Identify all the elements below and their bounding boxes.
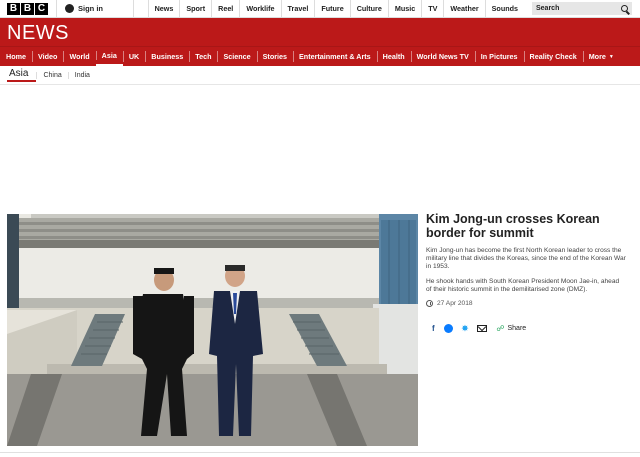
nav-more-label: More: [588, 52, 606, 61]
search-icon[interactable]: [621, 5, 628, 12]
search-placeholder: Search: [536, 5, 560, 12]
subnav-india[interactable]: India: [67, 71, 96, 79]
twitter-icon[interactable]: ✵: [462, 324, 469, 333]
facebook-icon[interactable]: f: [432, 324, 435, 333]
global-nav-weather[interactable]: Weather: [443, 0, 484, 17]
nav-video[interactable]: Video: [31, 47, 63, 66]
share-tools: f ✵ ☍ Share: [426, 324, 626, 334]
story-paragraph-2: He shook hands with South Korean Preside…: [426, 277, 620, 293]
subnav-asia[interactable]: Asia: [7, 68, 37, 82]
section-nav: Home Video World Asia UK Business Tech S…: [0, 46, 640, 66]
nav-home[interactable]: Home: [0, 47, 32, 66]
nav-business[interactable]: Business: [145, 47, 189, 66]
news-wordmark[interactable]: NEWS: [7, 22, 69, 45]
bbc-logo-letter-b2: B: [21, 2, 34, 15]
nav-science[interactable]: Science: [217, 47, 256, 66]
share-button[interactable]: ☍ Share: [496, 324, 526, 333]
news-header: NEWS: [0, 18, 640, 46]
nav-world-news-tv[interactable]: World News TV: [410, 47, 475, 66]
nav-in-pictures[interactable]: In Pictures: [474, 47, 524, 66]
email-icon[interactable]: [477, 325, 488, 333]
bbc-logo-letter-b1: B: [7, 2, 20, 15]
messenger-icon[interactable]: [443, 324, 453, 334]
nav-health[interactable]: Health: [376, 47, 411, 66]
chevron-down-icon: ▼: [608, 53, 614, 60]
sub-nav: Asia China India: [7, 66, 96, 84]
search-input[interactable]: Search: [532, 2, 632, 15]
user-icon: [65, 4, 74, 13]
story-summary: Kim Jong-un crosses Korean border for su…: [426, 212, 626, 334]
nav-world[interactable]: World: [63, 47, 95, 66]
story-date-text: 27 Apr 2018: [437, 300, 473, 308]
divider: [0, 452, 640, 453]
bbc-logo[interactable]: B B C: [0, 0, 56, 17]
global-nav: News Sport Reel Worklife Travel Future C…: [147, 0, 640, 17]
global-nav-sport[interactable]: Sport: [179, 0, 211, 17]
signin-label: Sign in: [78, 4, 103, 13]
nav-tech[interactable]: Tech: [189, 47, 217, 66]
nav-uk[interactable]: UK: [122, 47, 145, 66]
global-nav-tv[interactable]: TV: [421, 0, 443, 17]
nav-entertainment-arts[interactable]: Entertainment & Arts: [293, 47, 377, 66]
story-photo: [7, 214, 418, 446]
global-nav-reel[interactable]: Reel: [211, 0, 239, 17]
nav-stories[interactable]: Stories: [256, 47, 293, 66]
global-nav-news[interactable]: News: [147, 0, 180, 17]
global-nav-future[interactable]: Future: [314, 0, 349, 17]
global-nav-music[interactable]: Music: [387, 0, 421, 17]
global-nav-sounds[interactable]: Sounds: [484, 0, 524, 17]
global-nav-worklife[interactable]: Worklife: [239, 0, 280, 17]
story-image[interactable]: [7, 214, 418, 446]
subnav-china[interactable]: China: [36, 71, 67, 79]
nav-reality-check[interactable]: Reality Check: [523, 47, 583, 66]
divider: [0, 84, 640, 85]
signin-link[interactable]: Sign in: [56, 0, 134, 17]
bbc-logo-letter-c: C: [35, 2, 48, 15]
share-label: Share: [507, 325, 527, 333]
share-icon: ☍: [496, 324, 505, 334]
global-nav-travel[interactable]: Travel: [280, 0, 315, 17]
bbc-global-bar: B B C Sign in News Sport Reel Worklife T…: [0, 0, 640, 18]
story-paragraph-1: Kim Jong-un has become the first North K…: [426, 247, 626, 271]
nav-more[interactable]: More ▼: [582, 47, 620, 66]
story-date: 27 Apr 2018: [426, 300, 626, 308]
global-nav-culture[interactable]: Culture: [349, 0, 388, 17]
story-headline[interactable]: Kim Jong-un crosses Korean border for su…: [426, 212, 626, 240]
clock-icon: [426, 300, 433, 308]
nav-asia[interactable]: Asia: [95, 47, 123, 66]
